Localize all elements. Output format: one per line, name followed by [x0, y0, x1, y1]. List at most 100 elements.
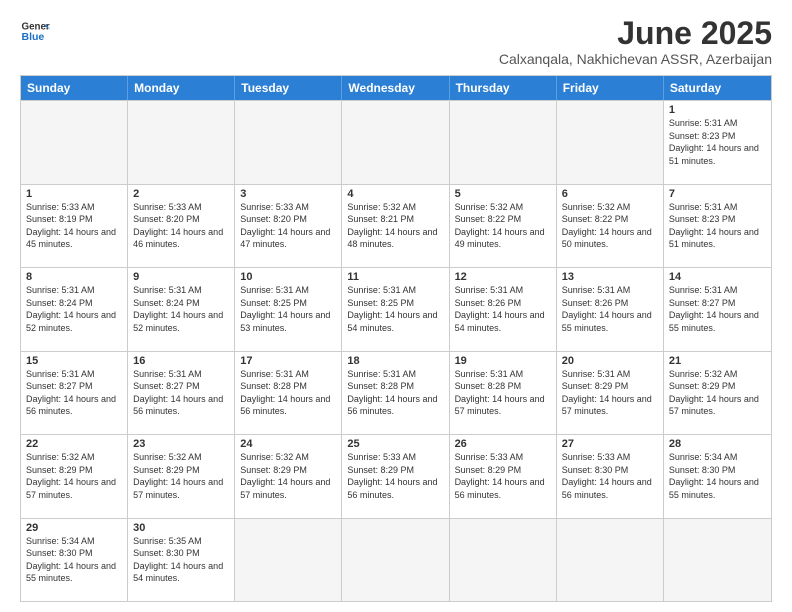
calendar-cell — [342, 101, 449, 183]
calendar-cell: 3Sunrise: 5:33 AMSunset: 8:20 PMDaylight… — [235, 185, 342, 267]
calendar-cell — [235, 519, 342, 601]
calendar-header-cell: Sunday — [21, 76, 128, 100]
day-number: 13 — [562, 271, 658, 283]
calendar-cell: 8Sunrise: 5:31 AMSunset: 8:24 PMDaylight… — [21, 268, 128, 350]
calendar-cell — [128, 101, 235, 183]
calendar-cell: 24Sunrise: 5:32 AMSunset: 8:29 PMDayligh… — [235, 435, 342, 517]
day-number: 8 — [26, 271, 122, 283]
day-number: 6 — [562, 188, 658, 200]
cell-details: Sunrise: 5:31 AMSunset: 8:24 PMDaylight:… — [133, 284, 229, 334]
day-number: 28 — [669, 438, 766, 450]
day-number: 9 — [133, 271, 229, 283]
calendar-cell: 22Sunrise: 5:32 AMSunset: 8:29 PMDayligh… — [21, 435, 128, 517]
day-number: 7 — [669, 188, 766, 200]
cell-details: Sunrise: 5:31 AMSunset: 8:24 PMDaylight:… — [26, 284, 122, 334]
cell-details: Sunrise: 5:32 AMSunset: 8:29 PMDaylight:… — [240, 451, 336, 501]
calendar-cell: 11Sunrise: 5:31 AMSunset: 8:25 PMDayligh… — [342, 268, 449, 350]
calendar-cell — [557, 519, 664, 601]
calendar-cell: 27Sunrise: 5:33 AMSunset: 8:30 PMDayligh… — [557, 435, 664, 517]
cell-details: Sunrise: 5:33 AMSunset: 8:20 PMDaylight:… — [133, 201, 229, 251]
svg-text:Blue: Blue — [22, 31, 45, 43]
day-number: 11 — [347, 271, 443, 283]
cell-details: Sunrise: 5:32 AMSunset: 8:22 PMDaylight:… — [562, 201, 658, 251]
calendar-cell: 29Sunrise: 5:34 AMSunset: 8:30 PMDayligh… — [21, 519, 128, 601]
calendar-cell: 15Sunrise: 5:31 AMSunset: 8:27 PMDayligh… — [21, 352, 128, 434]
calendar-cell — [664, 519, 771, 601]
calendar-cell: 7Sunrise: 5:31 AMSunset: 8:23 PMDaylight… — [664, 185, 771, 267]
cell-details: Sunrise: 5:32 AMSunset: 8:22 PMDaylight:… — [455, 201, 551, 251]
day-number: 1 — [669, 104, 766, 116]
calendar-cell: 18Sunrise: 5:31 AMSunset: 8:28 PMDayligh… — [342, 352, 449, 434]
cell-details: Sunrise: 5:31 AMSunset: 8:27 PMDaylight:… — [133, 368, 229, 418]
day-number: 20 — [562, 355, 658, 367]
day-number: 3 — [240, 188, 336, 200]
calendar-cell: 28Sunrise: 5:34 AMSunset: 8:30 PMDayligh… — [664, 435, 771, 517]
cell-details: Sunrise: 5:33 AMSunset: 8:29 PMDaylight:… — [455, 451, 551, 501]
day-number: 18 — [347, 355, 443, 367]
day-number: 15 — [26, 355, 122, 367]
day-number: 4 — [347, 188, 443, 200]
day-number: 1 — [26, 188, 122, 200]
calendar-cell: 17Sunrise: 5:31 AMSunset: 8:28 PMDayligh… — [235, 352, 342, 434]
cell-details: Sunrise: 5:31 AMSunset: 8:29 PMDaylight:… — [562, 368, 658, 418]
calendar-header-cell: Saturday — [664, 76, 771, 100]
day-number: 19 — [455, 355, 551, 367]
calendar-cell — [21, 101, 128, 183]
cell-details: Sunrise: 5:33 AMSunset: 8:30 PMDaylight:… — [562, 451, 658, 501]
cell-details: Sunrise: 5:32 AMSunset: 8:29 PMDaylight:… — [669, 368, 766, 418]
calendar-header-cell: Thursday — [450, 76, 557, 100]
day-number: 24 — [240, 438, 336, 450]
day-number: 25 — [347, 438, 443, 450]
calendar-cell: 4Sunrise: 5:32 AMSunset: 8:21 PMDaylight… — [342, 185, 449, 267]
cell-details: Sunrise: 5:33 AMSunset: 8:29 PMDaylight:… — [347, 451, 443, 501]
cell-details: Sunrise: 5:31 AMSunset: 8:27 PMDaylight:… — [669, 284, 766, 334]
calendar-week-row: 8Sunrise: 5:31 AMSunset: 8:24 PMDaylight… — [21, 267, 771, 350]
calendar-cell — [342, 519, 449, 601]
title-block: June 2025 Calxanqala, Nakhichevan ASSR, … — [499, 16, 772, 67]
day-number: 21 — [669, 355, 766, 367]
cell-details: Sunrise: 5:31 AMSunset: 8:26 PMDaylight:… — [455, 284, 551, 334]
calendar-body: 1Sunrise: 5:31 AMSunset: 8:23 PMDaylight… — [21, 100, 771, 601]
calendar-cell — [557, 101, 664, 183]
calendar-cell: 30Sunrise: 5:35 AMSunset: 8:30 PMDayligh… — [128, 519, 235, 601]
day-number: 22 — [26, 438, 122, 450]
day-number: 5 — [455, 188, 551, 200]
cell-details: Sunrise: 5:31 AMSunset: 8:23 PMDaylight:… — [669, 117, 766, 167]
calendar-cell: 9Sunrise: 5:31 AMSunset: 8:24 PMDaylight… — [128, 268, 235, 350]
calendar-week-row: 15Sunrise: 5:31 AMSunset: 8:27 PMDayligh… — [21, 351, 771, 434]
logo-icon: General Blue — [20, 16, 50, 46]
day-number: 26 — [455, 438, 551, 450]
calendar-cell: 12Sunrise: 5:31 AMSunset: 8:26 PMDayligh… — [450, 268, 557, 350]
calendar-week-row: 1Sunrise: 5:31 AMSunset: 8:23 PMDaylight… — [21, 100, 771, 183]
calendar-header-cell: Wednesday — [342, 76, 449, 100]
day-number: 30 — [133, 522, 229, 534]
subtitle: Calxanqala, Nakhichevan ASSR, Azerbaijan — [499, 51, 772, 67]
day-number: 16 — [133, 355, 229, 367]
calendar-cell: 16Sunrise: 5:31 AMSunset: 8:27 PMDayligh… — [128, 352, 235, 434]
day-number: 23 — [133, 438, 229, 450]
cell-details: Sunrise: 5:31 AMSunset: 8:28 PMDaylight:… — [455, 368, 551, 418]
calendar-cell: 5Sunrise: 5:32 AMSunset: 8:22 PMDaylight… — [450, 185, 557, 267]
calendar-cell: 26Sunrise: 5:33 AMSunset: 8:29 PMDayligh… — [450, 435, 557, 517]
cell-details: Sunrise: 5:31 AMSunset: 8:25 PMDaylight:… — [240, 284, 336, 334]
cell-details: Sunrise: 5:31 AMSunset: 8:28 PMDaylight:… — [240, 368, 336, 418]
logo: General Blue — [20, 16, 50, 46]
calendar-cell: 13Sunrise: 5:31 AMSunset: 8:26 PMDayligh… — [557, 268, 664, 350]
cell-details: Sunrise: 5:31 AMSunset: 8:27 PMDaylight:… — [26, 368, 122, 418]
calendar-cell: 23Sunrise: 5:32 AMSunset: 8:29 PMDayligh… — [128, 435, 235, 517]
calendar-cell: 1Sunrise: 5:33 AMSunset: 8:19 PMDaylight… — [21, 185, 128, 267]
cell-details: Sunrise: 5:33 AMSunset: 8:20 PMDaylight:… — [240, 201, 336, 251]
calendar-cell: 25Sunrise: 5:33 AMSunset: 8:29 PMDayligh… — [342, 435, 449, 517]
cell-details: Sunrise: 5:31 AMSunset: 8:25 PMDaylight:… — [347, 284, 443, 334]
month-title: June 2025 — [499, 16, 772, 51]
cell-details: Sunrise: 5:31 AMSunset: 8:23 PMDaylight:… — [669, 201, 766, 251]
cell-details: Sunrise: 5:32 AMSunset: 8:21 PMDaylight:… — [347, 201, 443, 251]
day-number: 17 — [240, 355, 336, 367]
header: General Blue June 2025 Calxanqala, Nakhi… — [20, 16, 772, 67]
calendar-header-row: SundayMondayTuesdayWednesdayThursdayFrid… — [21, 76, 771, 100]
calendar-cell: 14Sunrise: 5:31 AMSunset: 8:27 PMDayligh… — [664, 268, 771, 350]
day-number: 10 — [240, 271, 336, 283]
day-number: 29 — [26, 522, 122, 534]
calendar-week-row: 1Sunrise: 5:33 AMSunset: 8:19 PMDaylight… — [21, 184, 771, 267]
day-number: 27 — [562, 438, 658, 450]
